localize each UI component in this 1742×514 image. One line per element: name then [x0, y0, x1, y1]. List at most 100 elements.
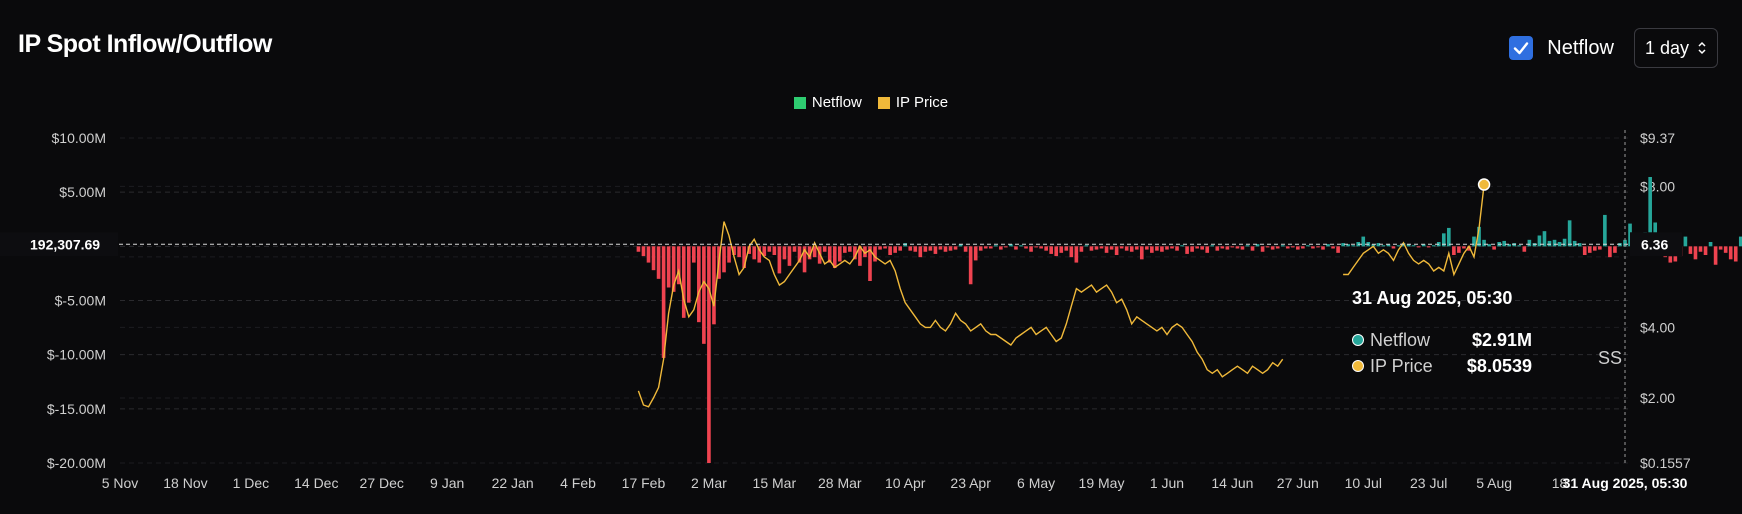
netflow-bar — [1170, 246, 1174, 249]
netflow-bar — [1024, 246, 1028, 249]
netflow-bar — [1084, 245, 1089, 247]
netflow-bar — [1034, 246, 1038, 248]
netflow-bar — [1195, 246, 1199, 249]
netflow-bar — [822, 246, 827, 252]
netflow-bar — [943, 246, 948, 252]
price-line-recent — [1343, 184, 1485, 277]
netflow-bar — [1225, 246, 1230, 250]
x-tick-label: 23 Apr — [950, 475, 991, 491]
netflow-bar — [1447, 227, 1451, 247]
netflow-bar — [837, 246, 842, 262]
netflow-chart[interactable]: $10.00M $5.00M $-5.00M $-10.00M $-15.00M $-20… — [0, 0, 1742, 514]
crosshair-right-label: 6.36 — [1641, 236, 1668, 252]
netflow-bar — [1240, 246, 1245, 250]
netflow-bar — [1613, 246, 1617, 253]
netflow-bar — [1069, 246, 1074, 258]
netflow-bar — [1134, 246, 1139, 250]
netflow-bar — [727, 246, 731, 263]
netflow-bar — [1260, 246, 1265, 252]
netflow-bar — [983, 246, 988, 249]
chart-tooltip: 31 Aug 2025, 05:30 Netflow $2.91M IP Pri… — [1352, 288, 1602, 379]
netflow-bar — [1301, 246, 1305, 249]
netflow-bar — [1155, 246, 1159, 251]
netflow-bar — [1391, 246, 1396, 249]
netflow-bar — [1411, 245, 1416, 247]
netflow-bar — [1064, 246, 1069, 251]
netflow-bar — [1431, 245, 1436, 247]
netflow-bar — [1039, 246, 1043, 249]
netflow-bar — [1693, 246, 1698, 260]
y-left-tick-label: $-20.00M — [47, 455, 106, 471]
netflow-bar — [1054, 246, 1059, 257]
tooltip-label-netflow: Netflow — [1370, 329, 1431, 350]
x-tick-label: 27 Dec — [360, 475, 404, 491]
tooltip-fragment: SS — [1598, 348, 1623, 368]
netflow-bar — [1316, 246, 1320, 248]
netflow-bar — [656, 246, 661, 279]
netflow-bar — [1230, 246, 1235, 248]
netflow-bar — [988, 246, 993, 249]
netflow-bar — [1265, 246, 1270, 248]
netflow-bar — [893, 246, 897, 253]
netflow-bar — [1562, 238, 1567, 247]
netflow-bar — [1462, 246, 1466, 249]
netflow-bar — [1235, 246, 1240, 249]
netflow-bar — [1104, 246, 1109, 253]
x-tick-label: 9 Jan — [430, 475, 464, 491]
x-tick-label: 22 Jan — [492, 475, 534, 491]
netflow-bar — [1280, 245, 1285, 247]
x-tick-label: 5 Aug — [1476, 475, 1512, 491]
tooltip-dot-netflow — [1352, 334, 1364, 346]
netflow-bar — [702, 246, 706, 344]
netflow-bar — [918, 246, 923, 258]
netflow-bar — [978, 246, 983, 251]
x-tick-label: 2 Mar — [691, 475, 727, 491]
netflow-bar — [999, 246, 1003, 250]
tooltip-row-price: IP Price $8.0539 — [1352, 353, 1602, 379]
netflow-bar — [878, 246, 882, 250]
netflow-bar — [1733, 246, 1738, 262]
netflow-bar — [1396, 245, 1401, 247]
tooltip-label-price: IP Price — [1370, 355, 1433, 376]
netflow-bar — [1517, 245, 1522, 247]
netflow-bar — [1522, 246, 1527, 252]
x-tick-label: 19 May — [1079, 475, 1125, 491]
netflow-bar — [1592, 246, 1597, 251]
netflow-bar — [1074, 246, 1079, 263]
netflow-bar — [1603, 214, 1607, 247]
netflow-bar — [737, 246, 741, 258]
netflow-bar — [1683, 236, 1688, 247]
netflow-bar — [666, 246, 671, 288]
netflow-bar — [782, 246, 787, 260]
netflow-bar — [1321, 246, 1325, 250]
y-left-tick-label: $-15.00M — [47, 401, 106, 417]
netflow-bar — [1452, 246, 1456, 255]
netflow-bar — [1728, 246, 1733, 260]
y-right-tick-label: $8.00 — [1640, 178, 1675, 194]
x-tick-label: 15 Mar — [753, 475, 797, 491]
netflow-bar — [692, 246, 696, 263]
crosshair-left-label: 192,307.69 — [30, 236, 100, 252]
netflow-bar — [1713, 246, 1718, 265]
netflow-bar — [1311, 246, 1315, 249]
netflow-bar — [777, 246, 782, 274]
netflow-bar — [1114, 246, 1119, 255]
netflow-bar — [1331, 246, 1335, 249]
netflow-bar — [792, 246, 797, 252]
netflow-bar — [1351, 245, 1356, 247]
netflow-bar — [1109, 246, 1114, 250]
netflow-bar — [1703, 246, 1708, 255]
y-right-tick-label: $2.00 — [1640, 390, 1675, 406]
netflow-bar — [1200, 246, 1205, 250]
netflow-bar — [1582, 246, 1587, 255]
netflow-bar — [1598, 246, 1602, 250]
x-tick-label: 1 Jun — [1150, 475, 1184, 491]
x-tick-label: 5 Nov — [102, 475, 139, 491]
netflow-bar — [928, 246, 933, 251]
netflow-bar — [938, 246, 943, 250]
netflow-bar — [1215, 246, 1220, 251]
x-tick-label: 31 Aug 2025, 05:30 — [1563, 475, 1688, 491]
x-tick-label: 14 Jun — [1211, 475, 1253, 491]
y-right-tick-label: $0.1557 — [1640, 455, 1691, 471]
netflow-bar — [1245, 245, 1250, 247]
